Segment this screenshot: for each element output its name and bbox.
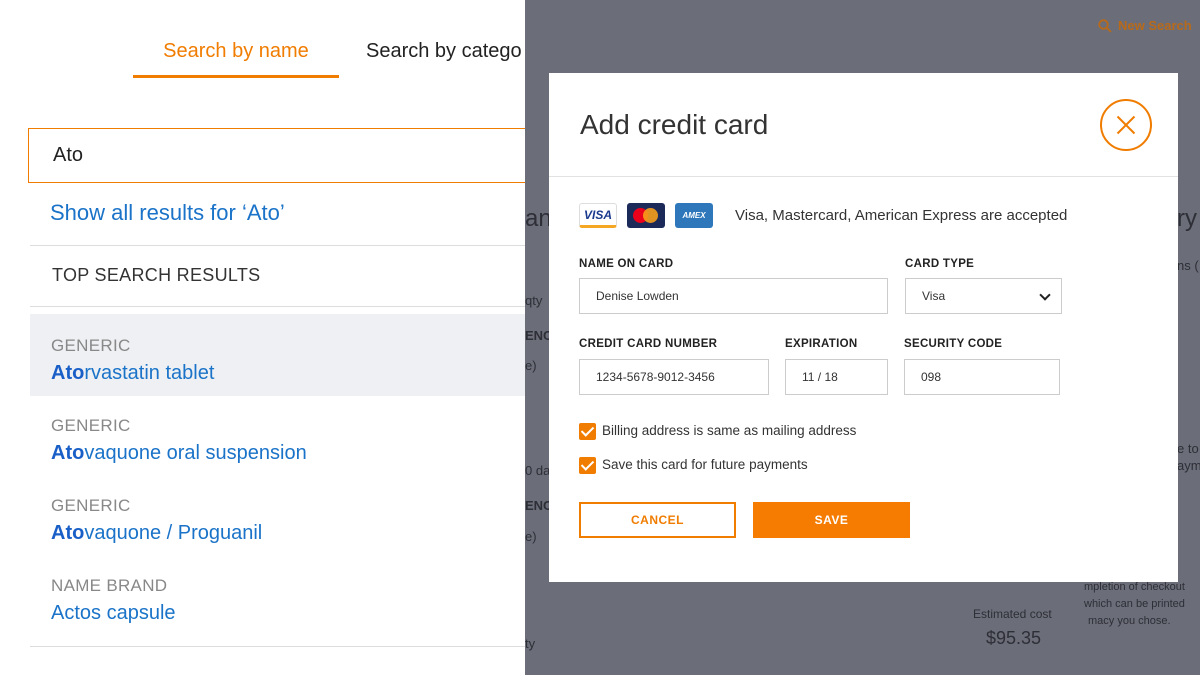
result-name: Actos capsule [51, 602, 525, 625]
result-rest: vaquone / Proguanil [84, 522, 263, 544]
result-category: GENERIC [51, 496, 131, 515]
security-code-field[interactable]: 098 [904, 359, 1060, 395]
divider [30, 646, 525, 647]
name-on-card-field[interactable]: Denise Lowden [579, 278, 888, 314]
bg-fragment: an [525, 205, 552, 232]
chevron-down-icon [1039, 289, 1051, 301]
bg-fragment: mpletion of checkout [1084, 581, 1185, 593]
result-category: NAME BRAND [51, 576, 168, 595]
bg-fragment: ry [1177, 205, 1197, 232]
result-rest: Actos capsule [51, 602, 176, 624]
bg-fragment: 0 da [525, 463, 551, 478]
save-button[interactable]: SAVE [753, 502, 910, 538]
result-name: Atovaquone oral suspension [51, 442, 525, 465]
divider [30, 245, 525, 246]
expiration-label: EXPIRATION [785, 338, 858, 350]
bg-fragment: aym [1177, 458, 1200, 473]
modal-divider [549, 176, 1178, 177]
card-type-select[interactable]: Visa [905, 278, 1062, 314]
divider [30, 306, 525, 307]
mastercard-icon [627, 203, 665, 228]
save-card-label: Save this card for future payments [602, 457, 808, 472]
estimated-cost-value: $95.35 [986, 628, 1042, 648]
modal-title: Add credit card [580, 109, 769, 140]
card-type-label: CARD TYPE [905, 258, 975, 270]
result-name: Atovaquone / Proguanil [51, 522, 525, 545]
bg-fragment: qty [525, 293, 543, 308]
new-search-label: New Search [1118, 18, 1192, 33]
result-category: GENERIC [51, 336, 131, 355]
bg-fragment: ns ( [1177, 258, 1199, 273]
bg-fragment: ty [525, 636, 536, 651]
visa-logo-icon: VISA [579, 203, 617, 228]
security-code-label: SECURITY CODE [904, 338, 1003, 350]
tab-search-by-category[interactable]: Search by catego [366, 40, 522, 75]
bg-fragment: e) [525, 529, 537, 544]
bg-fragment: e to [1177, 441, 1199, 456]
add-credit-card-modal: Add credit card VISA AMEX Visa, Masterca… [549, 73, 1178, 582]
billing-same-label: Billing address is same as mailing addre… [602, 423, 857, 438]
search-input[interactable]: Ato [28, 128, 525, 183]
billing-same-checkbox[interactable] [579, 423, 596, 440]
result-rest: vaquone oral suspension [84, 442, 307, 464]
bg-fragment: which can be printed [1084, 598, 1185, 610]
amex-logo-icon: AMEX [675, 203, 713, 228]
close-button[interactable] [1100, 99, 1152, 151]
card-type-value: Visa [922, 289, 946, 303]
result-item[interactable]: NAME BRAND Actos capsule [30, 554, 525, 636]
result-item[interactable]: GENERIC Atorvastatin tablet [30, 314, 525, 396]
top-results-heading: TOP SEARCH RESULTS [52, 265, 261, 285]
result-name: Atorvastatin tablet [51, 362, 525, 385]
result-match: Ato [51, 362, 85, 384]
show-all-results-link[interactable]: Show all results for ‘Ato’ [50, 200, 285, 226]
result-rest: rvastatin tablet [84, 362, 215, 384]
search-icon [1098, 18, 1112, 33]
card-number-field[interactable]: 1234-5678-9012-3456 [579, 359, 769, 395]
result-category: GENERIC [51, 416, 131, 435]
save-card-checkbox[interactable] [579, 457, 596, 474]
name-on-card-label: NAME ON CARD [579, 258, 674, 270]
result-match: Ato [51, 442, 85, 464]
search-panel: Search by name Search by catego Ato Show… [0, 0, 525, 675]
bg-fragment: macy you chose. [1088, 615, 1171, 627]
result-item[interactable]: GENERIC Atovaquone / Proguanil [30, 474, 525, 556]
cancel-button[interactable]: CANCEL [579, 502, 736, 538]
result-item[interactable]: GENERIC Atovaquone oral suspension [30, 394, 525, 476]
new-search-link[interactable]: New Search [1098, 18, 1192, 33]
accepted-cards-text: Visa, Mastercard, American Express are a… [735, 207, 1068, 224]
estimated-cost-label: Estimated cost [973, 607, 1052, 621]
bg-fragment: e) [525, 358, 537, 373]
expiration-field[interactable]: 11 / 18 [785, 359, 888, 395]
result-match: Ato [51, 522, 85, 544]
tab-search-by-name[interactable]: Search by name [133, 40, 339, 78]
card-number-label: CREDIT CARD NUMBER [579, 338, 718, 350]
